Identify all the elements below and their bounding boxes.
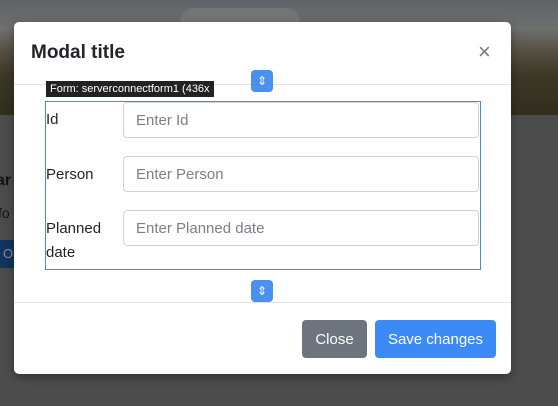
id-input[interactable] (123, 102, 479, 138)
resize-bottom-handle-icon[interactable]: ⇕ (251, 280, 273, 302)
modal-dialog: Modal title × ⇕ Form: serverconnectform1… (14, 22, 511, 374)
save-changes-button[interactable]: Save changes (375, 320, 496, 358)
id-label: Id (46, 111, 59, 128)
person-input[interactable] (123, 156, 479, 192)
modal-footer: Close Save changes (14, 302, 511, 375)
person-label: Person (46, 166, 94, 183)
close-icon[interactable]: × (478, 38, 491, 66)
planned-date-label: Planned date (46, 217, 101, 265)
planned-date-input[interactable] (123, 210, 479, 246)
planned-date-label-line2: date (46, 244, 76, 261)
close-button[interactable]: Close (302, 320, 367, 358)
planned-date-label-line1: Planned (46, 220, 102, 237)
modal-title: Modal title (31, 42, 125, 63)
resize-top-handle-icon[interactable]: ⇕ (251, 70, 273, 92)
form-selection-tag: Form: serverconnectform1 (436x (46, 81, 214, 97)
form-selection-box: Id Person Planned date (45, 101, 481, 270)
